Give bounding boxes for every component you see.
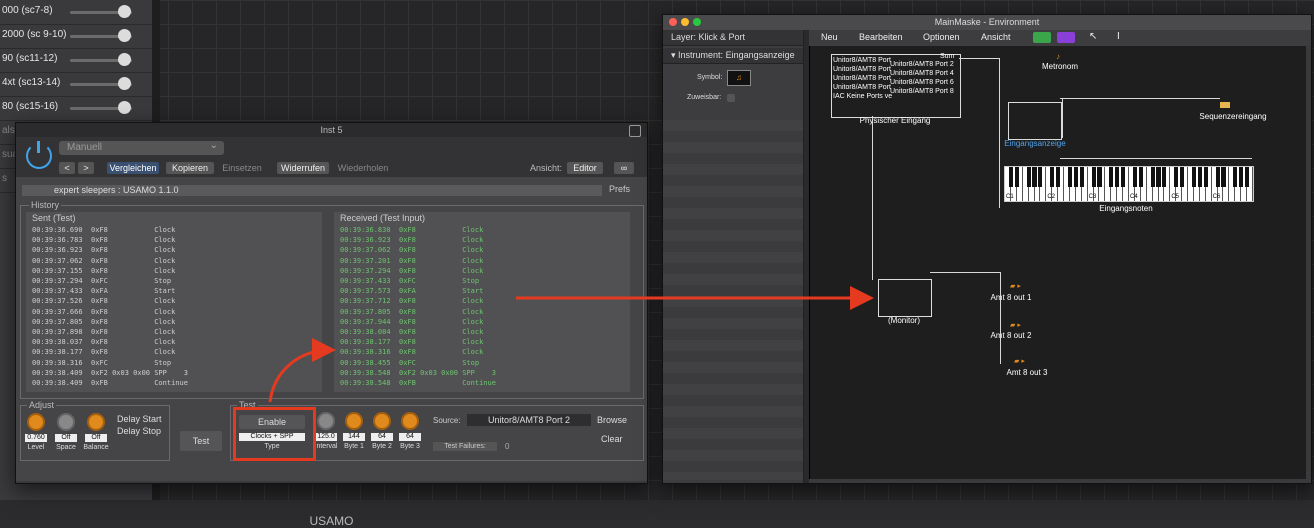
annotation-overlay (268, 286, 874, 403)
arrow-to-log (268, 338, 336, 403)
usamo-logo: USAMO (309, 514, 354, 528)
